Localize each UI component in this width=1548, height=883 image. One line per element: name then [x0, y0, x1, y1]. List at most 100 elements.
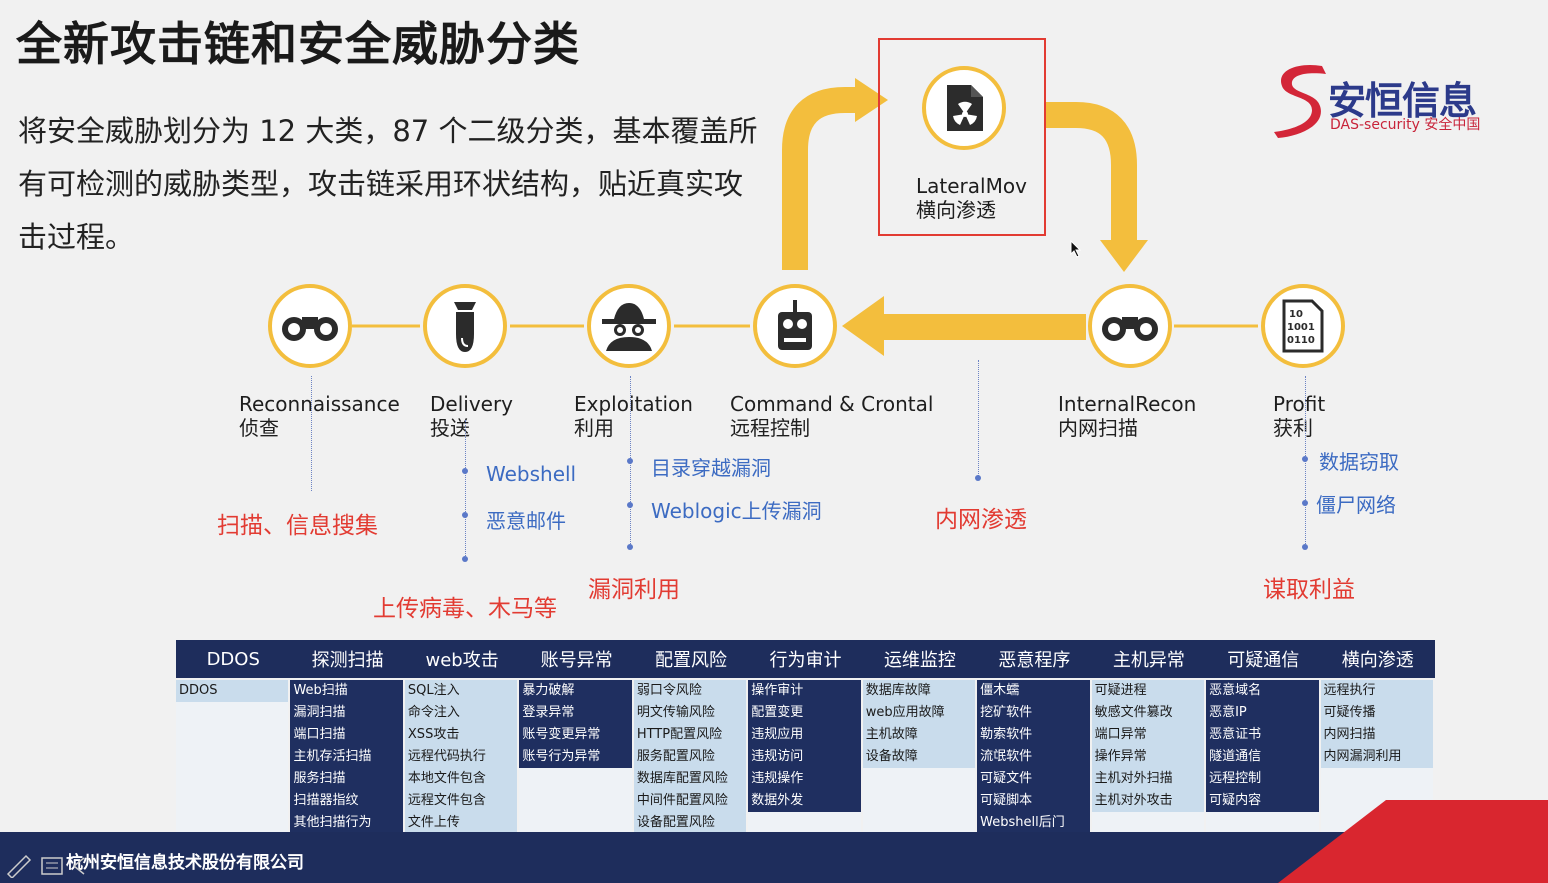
table-cell: 配置变更 [748, 702, 861, 724]
table-cell: 中间件配置风险 [633, 790, 747, 812]
return-arrow-body [880, 314, 1086, 340]
table-cell: 弱口令风险 [633, 680, 747, 702]
table-empty-cell [176, 812, 289, 834]
svg-text:0110: 0110 [1287, 335, 1315, 346]
bullet-dot [975, 475, 981, 481]
table-cell: 主机对外攻击 [1091, 790, 1205, 812]
table-cell: 操作审计 [748, 680, 861, 702]
table-cell: 可疑内容 [1206, 790, 1319, 812]
recon-label-en: Reconnaissance [239, 392, 400, 416]
table-header-cell: web攻击 [425, 650, 499, 671]
svg-text:1001: 1001 [1287, 322, 1315, 333]
remote-controller-icon [778, 300, 812, 350]
exploitation-detail-2: Weblogic上传漏洞 [651, 499, 822, 523]
table-header-cell: 主机异常 [1112, 650, 1185, 671]
table-cell: 设备配置风险 [633, 812, 747, 834]
profit-summary: 谋取利益 [1263, 577, 1355, 603]
table-cell: 主机对外扫描 [1091, 768, 1205, 790]
bullet-dot [1302, 456, 1308, 462]
table-header-cell: 配置风险 [655, 650, 728, 671]
bullet-dot [462, 468, 468, 474]
recon-guide-line [311, 376, 312, 491]
table-cell: 服务配置风险 [633, 746, 747, 768]
table-cell: web应用故障 [862, 702, 976, 724]
profit-detail-2: 僵尸网络 [1316, 493, 1396, 517]
table-cell: 可疑传播 [1320, 702, 1433, 724]
table-cell: 可疑脚本 [977, 790, 1090, 812]
table-cell: 端口异常 [1091, 724, 1205, 746]
table-cell: 数据库故障 [862, 680, 976, 702]
profit-label-zh: 获利 [1273, 416, 1313, 440]
return-arrow-head [842, 296, 884, 356]
table-cell: 端口扫描 [290, 724, 403, 746]
bullet-dot [1302, 544, 1308, 550]
delivery-detail-1: Webshell [486, 462, 577, 486]
table-header-cell: 横向渗透 [1341, 650, 1414, 671]
table-cell: 暴力破解 [519, 680, 632, 702]
internal-recon-label-en: InternalRecon [1058, 392, 1197, 416]
table-cell: 挖矿软件 [977, 702, 1090, 724]
bullet-dot [1302, 500, 1308, 506]
table-empty-cell [176, 702, 289, 724]
table-empty-cell [176, 790, 289, 812]
table-cell: 可疑文件 [977, 768, 1090, 790]
table-cell: 僵木蠕 [977, 680, 1090, 702]
table-cell: HTTP配置风险 [633, 724, 747, 746]
delivery-guide-line [465, 420, 466, 560]
profit-guide-line [1305, 376, 1306, 548]
slides-menu-icon [41, 857, 63, 875]
table-cell: 本地文件包含 [404, 768, 518, 790]
table-cell: 敏感文件篡改 [1091, 702, 1205, 724]
delivery-label-zh: 投送 [430, 416, 470, 440]
table-empty-cell [176, 768, 289, 790]
profit-node[interactable]: 10 1001 0110 [1261, 284, 1345, 368]
table-cell: 远程代码执行 [404, 746, 518, 768]
table-empty-cell [519, 768, 632, 790]
bullet-dot [627, 458, 633, 464]
table-cell: 可疑进程 [1091, 680, 1205, 702]
table-cell: 数据库配置风险 [633, 768, 747, 790]
delivery-summary: 上传病毒、木马等 [373, 596, 557, 622]
up-loop-arrow [782, 87, 860, 270]
command-control-node[interactable] [753, 284, 837, 368]
table-cell: 远程执行 [1320, 680, 1433, 702]
lateral-label-zh: 横向渗透 [916, 198, 996, 222]
profit-label-en: Profit [1273, 392, 1326, 416]
lateral-label-en: LateralMov [916, 174, 1027, 198]
binary-document-icon: 10 1001 0110 [1282, 299, 1324, 353]
table-cell: 账号行为异常 [519, 746, 632, 768]
recon-summary: 扫描、信息搜集 [217, 513, 378, 539]
table-empty-cell [176, 746, 289, 768]
back-arrow-icon [72, 857, 85, 875]
table-cell: 明文传输风险 [633, 702, 747, 724]
table-header-cell: 可疑通信 [1227, 650, 1300, 671]
table-cell: 漏洞扫描 [290, 702, 403, 724]
presenter-toolbar[interactable] [4, 848, 96, 878]
bullet-dot [462, 512, 468, 518]
radiation-file-icon [947, 85, 983, 131]
table-cell: 远程控制 [1206, 768, 1319, 790]
mouse-cursor-icon [1070, 240, 1082, 258]
internal-recon-node[interactable] [1088, 284, 1172, 368]
reconnaissance-node[interactable] [268, 284, 352, 368]
table-header-cell: 账号异常 [540, 650, 613, 671]
table-cell: 勒索软件 [977, 724, 1090, 746]
delivery-node[interactable] [423, 284, 507, 368]
table-empty-cell [1091, 812, 1205, 834]
recon-label-zh: 侦查 [239, 416, 279, 440]
lateral-movement-node[interactable] [922, 66, 1006, 150]
svg-text:10: 10 [1289, 309, 1303, 320]
table-cell: 登录异常 [519, 702, 632, 724]
table-cell: 账号变更异常 [519, 724, 632, 746]
table-cell: Web扫描 [290, 680, 403, 702]
table-cell: 远程文件包含 [404, 790, 518, 812]
exploitation-node[interactable] [587, 284, 671, 368]
table-header-cell: 恶意程序 [998, 650, 1071, 671]
spy-icon [602, 303, 656, 351]
bullet-dot [462, 556, 468, 562]
table-cell: DDOS [176, 680, 289, 702]
exploitation-summary: 漏洞利用 [588, 577, 680, 603]
table-cell: 命令注入 [404, 702, 518, 724]
table-header-cell: 运维监控 [883, 650, 956, 671]
binoculars-icon [1102, 317, 1158, 341]
